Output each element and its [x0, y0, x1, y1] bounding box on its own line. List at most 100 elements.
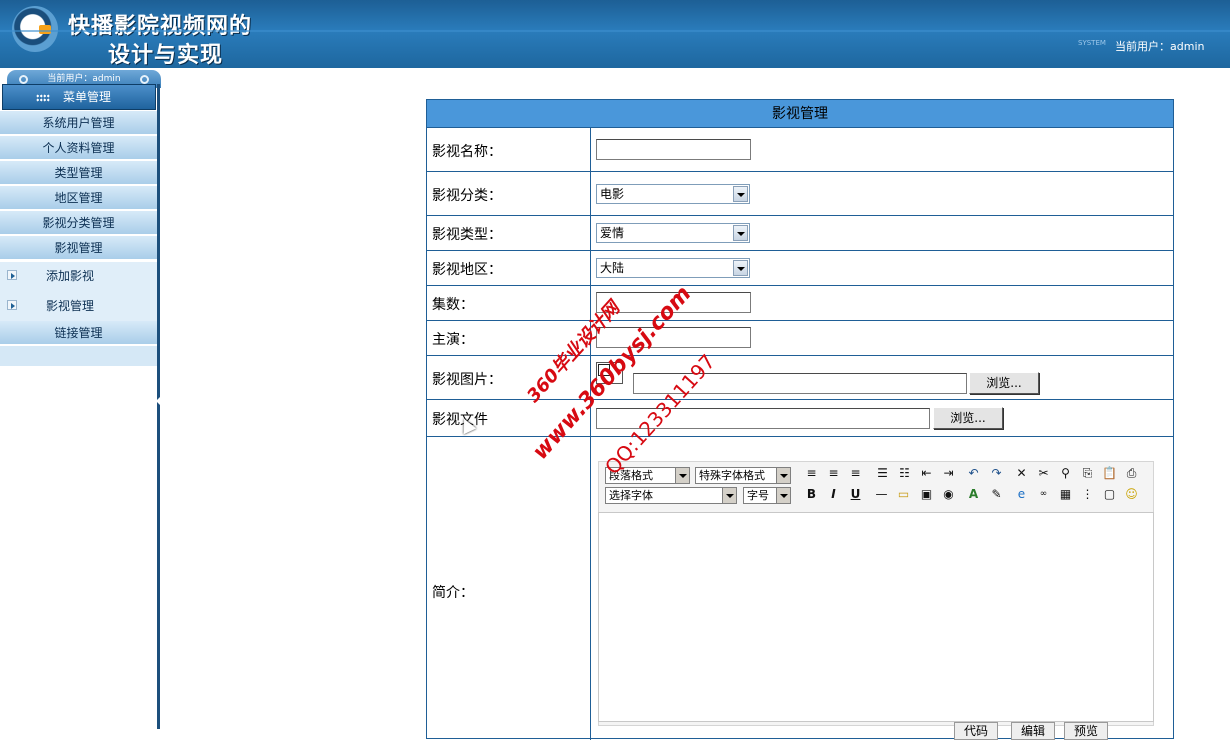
chevron-down-icon	[722, 488, 736, 503]
category-select[interactable]: 电影	[596, 184, 750, 204]
menu-head-label: 菜单管理	[63, 90, 112, 104]
site-title-line2: 设计与实现	[108, 42, 224, 68]
bullet-list-icon[interactable]: ☰	[874, 465, 891, 482]
chevron-down-icon	[733, 225, 748, 241]
sidebar-subitem-add-video[interactable]: 添加影视	[0, 265, 157, 287]
expand-arrow-icon	[7, 300, 17, 310]
chevron-down-icon	[733, 186, 748, 202]
insert-folder-icon[interactable]: ▭	[895, 486, 912, 503]
tab-code[interactable]: 代码	[954, 722, 998, 740]
chevron-down-icon	[776, 468, 790, 483]
page-break-icon[interactable]: ⋮	[1079, 486, 1096, 503]
insert-media-icon[interactable]: ◉	[940, 486, 957, 503]
sidebar-divider	[157, 84, 160, 729]
print-icon[interactable]: ⎙	[1123, 465, 1140, 482]
find-icon[interactable]: ⚲	[1057, 465, 1074, 482]
editor-content-area[interactable]	[598, 512, 1154, 722]
region-select[interactable]: 大陆	[596, 258, 750, 278]
user-bar-left-icon	[19, 75, 28, 84]
outdent-icon[interactable]: ⇤	[918, 465, 935, 482]
picture-label: 影视图片：	[432, 372, 502, 388]
row-episodes: 集数：	[427, 286, 1173, 321]
horizontal-rule-icon[interactable]: —	[873, 486, 890, 503]
row-category: 影视分类： 电影	[427, 172, 1173, 216]
expand-arrow-icon	[7, 270, 17, 280]
align-center-icon[interactable]: ≡	[825, 465, 842, 482]
name-input[interactable]	[596, 139, 751, 160]
emoticon-icon[interactable]: ☺	[1123, 486, 1140, 503]
picture-browse-button[interactable]: 浏览...	[969, 372, 1039, 394]
insert-image-icon[interactable]: ▣	[918, 486, 935, 503]
undo-icon[interactable]: ↶	[965, 465, 982, 482]
app-header: 快播影院视频网的 设计与实现 SYSTEM 当前用户：admin	[0, 0, 1230, 68]
highlight-icon[interactable]: ✎	[988, 486, 1005, 503]
paste-icon[interactable]: 📋	[1101, 465, 1118, 482]
sidebar-item-categories[interactable]: 影视分类管理	[0, 211, 157, 235]
region-label: 影视地区：	[432, 262, 502, 278]
sidebar-subitem-manage-videos[interactable]: 影视管理	[0, 295, 157, 317]
row-genre: 影视类型： 爱情	[427, 216, 1173, 251]
chevron-down-icon	[776, 488, 790, 503]
file-browse-button[interactable]: 浏览...	[933, 407, 1003, 429]
row-actors: 主演：	[427, 321, 1173, 356]
sidebar-item-types[interactable]: 类型管理	[0, 161, 157, 185]
font-size-select[interactable]: 字号	[743, 487, 791, 504]
text-color-icon[interactable]: A	[965, 486, 982, 503]
sidebar-item-system-users[interactable]: 系统用户管理	[0, 111, 157, 135]
copy-icon[interactable]: ⎘	[1079, 465, 1096, 482]
chevron-down-icon	[675, 468, 689, 483]
font-select-value: 选择字体	[609, 489, 653, 502]
align-right-icon[interactable]: ≡	[847, 465, 864, 482]
form-title: 影视管理	[427, 100, 1173, 128]
genre-value: 爱情	[600, 226, 625, 240]
row-region: 影视地区： 大陆	[427, 251, 1173, 286]
italic-icon[interactable]: I	[825, 486, 842, 503]
sidebar-item-links[interactable]: 链接管理	[0, 321, 157, 345]
system-tag: SYSTEM	[1078, 39, 1106, 47]
underline-icon[interactable]: U	[847, 486, 864, 503]
category-label: 影视分类：	[432, 188, 502, 204]
font-size-value: 字号	[747, 489, 769, 502]
category-value: 电影	[600, 187, 625, 201]
chevron-down-icon	[733, 260, 748, 276]
indent-icon[interactable]: ⇥	[940, 465, 957, 482]
region-value: 大陆	[600, 261, 625, 275]
insert-link-icon[interactable]: e	[1013, 486, 1030, 503]
actors-label: 主演：	[432, 332, 474, 348]
cut-icon[interactable]: ✂	[1035, 465, 1052, 482]
row-name: 影视名称：	[427, 128, 1173, 172]
site-title-line1: 快播影院视频网的	[68, 13, 253, 39]
tab-preview[interactable]: 预览	[1064, 722, 1108, 740]
sidebar-item-regions[interactable]: 地区管理	[0, 186, 157, 210]
genre-label: 影视类型：	[432, 227, 502, 243]
collapse-sidebar-icon[interactable]	[156, 396, 161, 406]
bold-icon[interactable]: B	[803, 486, 820, 503]
web-icon[interactable]: ∞	[1035, 486, 1052, 503]
name-label: 影视名称：	[432, 144, 502, 160]
sidebar-item-videos[interactable]: 影视管理	[0, 236, 157, 260]
sidebar-footer	[0, 346, 157, 366]
numbered-list-icon[interactable]: ☷	[896, 465, 913, 482]
font-select[interactable]: 选择字体	[605, 487, 737, 504]
sidebar-subitem-label: 影视管理	[46, 299, 95, 313]
delete-icon[interactable]: ✕	[1013, 465, 1030, 482]
user-bar-right-icon	[140, 75, 149, 84]
menu-head[interactable]: 菜单管理	[2, 84, 156, 110]
table-icon[interactable]: ▦	[1057, 486, 1074, 503]
editor-mode-tabs: 代码 编辑 预览	[954, 722, 1154, 740]
sidebar-item-profile[interactable]: 个人资料管理	[0, 136, 157, 160]
insert-date-icon[interactable]: ▢	[1101, 486, 1118, 503]
redo-icon[interactable]: ↷	[988, 465, 1005, 482]
special-format-select[interactable]: 特殊字体格式	[695, 467, 791, 484]
sidebar-user-label: 当前用户：admin	[47, 74, 121, 84]
menu-grid-icon	[36, 94, 50, 102]
intro-label: 简介：	[432, 585, 474, 601]
rich-text-editor: 段落格式 特殊字体格式 选择字体 字号 ≡ ≡ ≡ ☰ ☷ ⇤ ⇥ ↶ ↷ ✕ …	[598, 461, 1154, 740]
special-format-value: 特殊字体格式	[699, 469, 765, 482]
sidebar-subitem-label: 添加影视	[46, 269, 95, 283]
genre-select[interactable]: 爱情	[596, 223, 750, 243]
logo-icon	[12, 6, 58, 52]
tab-edit[interactable]: 编辑	[1011, 722, 1055, 740]
align-left-icon[interactable]: ≡	[803, 465, 820, 482]
episodes-label: 集数：	[432, 297, 474, 313]
